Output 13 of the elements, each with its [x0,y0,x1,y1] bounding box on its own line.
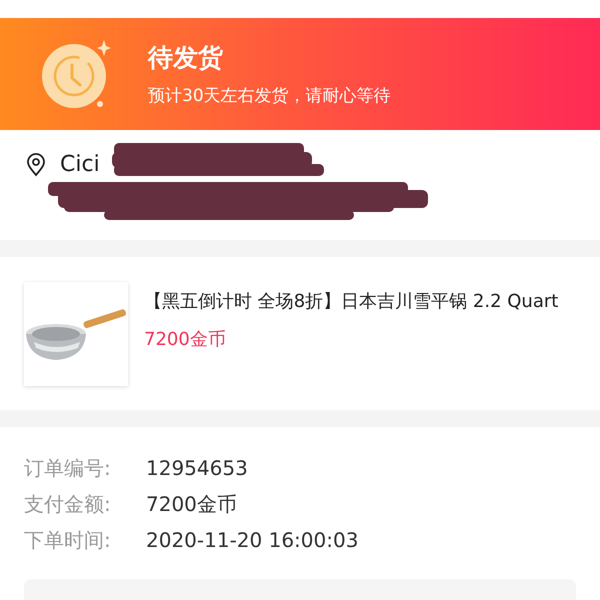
clock-icon [40,38,112,110]
info-label: 支付金额: [24,491,112,517]
recipient-name: Cici [60,152,100,177]
status-title: 待发货 [148,42,224,74]
location-icon [26,152,46,176]
status-subtitle: 预计30天左右发货，请耐心等待 [148,85,391,107]
info-value: 7200金币 [146,491,237,517]
info-value: 2020-11-20 16:00:03 [146,527,358,553]
info-value: 12954653 [146,455,248,481]
info-label: 下单时间: [24,527,112,553]
info-label: 订单编号: [24,455,112,481]
product-price: 7200金币 [144,328,227,351]
product-title: 【黑五倒计时 全场8折】日本吉川雪平锅 2.2 Quart [144,290,560,314]
